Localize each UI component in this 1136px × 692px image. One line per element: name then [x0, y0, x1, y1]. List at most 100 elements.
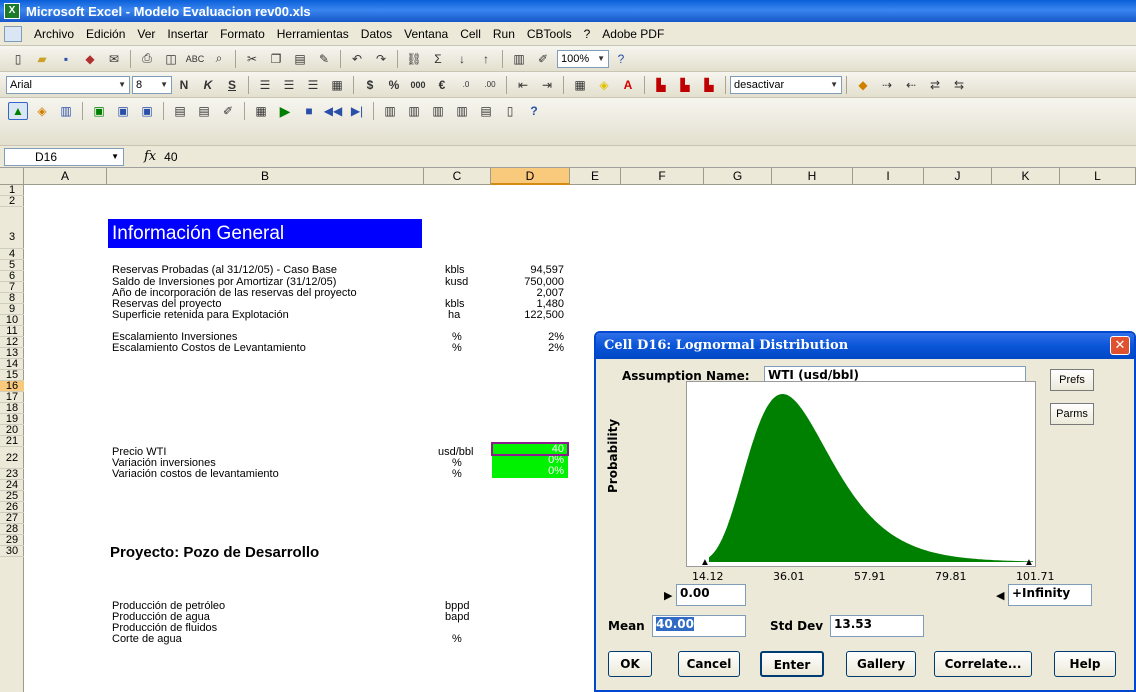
escalamiento-costos-value[interactable]: 2% — [492, 342, 564, 354]
upper-bound-arrow-icon[interactable]: ◀ — [996, 589, 1004, 602]
variacion-costos-value[interactable]: 0% — [492, 466, 568, 478]
sign-icon[interactable]: ◆ — [853, 76, 873, 94]
menu-archivo[interactable]: Archivo — [28, 27, 80, 41]
increase-decimal-icon[interactable]: .0 — [456, 76, 476, 94]
gallery-button[interactable]: Gallery — [846, 651, 916, 677]
email-icon[interactable]: ✉ — [104, 50, 124, 68]
paste-icon[interactable]: ▤ — [290, 50, 310, 68]
column-header-b[interactable]: B — [107, 168, 424, 185]
remove-all-arrows-icon[interactable]: ⇆ — [949, 76, 969, 94]
column-header-c[interactable]: C — [424, 168, 491, 185]
run-preferences-icon[interactable]: ▦ — [251, 102, 271, 120]
borders-icon[interactable]: ▦ — [570, 76, 590, 94]
column-header-g[interactable]: G — [704, 168, 772, 185]
lower-bound-input[interactable]: 0.00 — [676, 584, 746, 606]
align-right-icon[interactable]: ☰ — [303, 76, 323, 94]
open-icon[interactable]: ▰ — [32, 50, 52, 68]
reset-simulation-icon[interactable]: ◀◀ — [323, 102, 343, 120]
desactivar-dropdown[interactable]: desactivar ▼ — [730, 75, 842, 94]
cb-help-icon[interactable]: ? — [524, 102, 544, 120]
menu-adobe-pdf[interactable]: Adobe PDF — [596, 27, 670, 41]
corte-agua-unit[interactable]: % — [452, 633, 462, 645]
insert-function-icon[interactable]: fx — [144, 149, 156, 164]
clear-data-icon[interactable]: ✐ — [218, 102, 238, 120]
increase-indent-icon[interactable]: ⇥ — [537, 76, 557, 94]
left-bound-marker-icon[interactable]: ▲ — [700, 557, 710, 568]
trace-precedents-icon[interactable]: ⇢ — [877, 76, 897, 94]
ok-button[interactable]: OK — [608, 651, 652, 677]
new-icon[interactable]: ▯ — [8, 50, 28, 68]
column-header-l[interactable]: L — [1060, 168, 1136, 185]
print-preview-icon[interactable]: ◫ — [161, 50, 181, 68]
pdf-review-icon[interactable]: ▙ — [699, 76, 719, 94]
underline-icon[interactable]: S — [222, 76, 242, 94]
copy-icon[interactable]: ❐ — [266, 50, 286, 68]
menu-edicion[interactable]: Edición — [80, 27, 131, 41]
format-painter-icon[interactable]: ✎ — [314, 50, 334, 68]
dialog-title-bar[interactable]: Cell D16: Lognormal Distribution ✕ — [596, 333, 1134, 359]
formula-input[interactable]: 40 — [164, 150, 177, 164]
superficie-value[interactable]: 122,500 — [492, 309, 564, 321]
escalamiento-costos-label[interactable]: Escalamiento Costos de Levantamiento — [112, 342, 306, 354]
escalamiento-costos-unit[interactable]: % — [452, 342, 462, 354]
undo-icon[interactable]: ↶ — [347, 50, 367, 68]
proyecto-title[interactable]: Proyecto: Pozo de Desarrollo — [110, 544, 319, 561]
redo-icon[interactable]: ↷ — [371, 50, 391, 68]
column-header-f[interactable]: F — [621, 168, 704, 185]
decrease-indent-icon[interactable]: ⇤ — [513, 76, 533, 94]
select-decisions-icon[interactable]: ▣ — [113, 102, 133, 120]
define-forecast-icon[interactable]: ▥ — [56, 102, 76, 120]
copy-data-icon[interactable]: ▤ — [170, 102, 190, 120]
paste-data-icon[interactable]: ▤ — [194, 102, 214, 120]
row-header-21[interactable]: 21 — [0, 436, 24, 447]
variacion-costos-unit[interactable]: % — [452, 468, 462, 480]
superficie-unit[interactable]: ha — [448, 309, 460, 321]
column-header-k[interactable]: K — [992, 168, 1060, 185]
menu-insertar[interactable]: Insertar — [161, 27, 214, 41]
print-icon[interactable]: ⎙ — [137, 50, 157, 68]
column-header-j[interactable]: J — [924, 168, 992, 185]
superficie-label[interactable]: Superficie retenida para Explotación — [112, 309, 289, 321]
correlate-button[interactable]: Correlate... — [934, 651, 1032, 677]
fill-color-icon[interactable]: ◈ — [594, 76, 614, 94]
chart-wizard-icon[interactable]: ▥ — [509, 50, 529, 68]
cancel-button[interactable]: Cancel — [678, 651, 740, 677]
pdf-icon[interactable]: ▙ — [651, 76, 671, 94]
font-color-icon[interactable]: A — [618, 76, 638, 94]
euro-button[interactable]: € — [432, 76, 452, 94]
sensitivity-chart-icon[interactable]: ▥ — [452, 102, 472, 120]
corte-agua-label[interactable]: Corte de agua — [112, 633, 182, 645]
column-header-e[interactable]: E — [570, 168, 621, 185]
cut-icon[interactable]: ✂ — [242, 50, 262, 68]
select-all-corner[interactable] — [0, 168, 24, 185]
column-header-i[interactable]: I — [853, 168, 924, 185]
column-header-h[interactable]: H — [772, 168, 853, 185]
column-header-d[interactable]: D — [491, 168, 570, 185]
research-icon[interactable]: ⌕ — [209, 50, 229, 68]
define-decision-icon[interactable]: ◈ — [32, 102, 52, 120]
workbook-icon[interactable] — [4, 25, 22, 42]
mean-input[interactable]: 40.00 — [652, 615, 746, 637]
row-header-30[interactable]: 30 — [0, 546, 24, 557]
forecast-windows-icon[interactable]: ▥ — [380, 102, 400, 120]
variacion-costos-label[interactable]: Variación costos de levantamiento — [112, 468, 279, 480]
menu-herramientas[interactable]: Herramientas — [271, 27, 355, 41]
autosum-icon[interactable]: Σ — [428, 50, 448, 68]
row-header-3[interactable]: 3 — [0, 207, 24, 249]
decrease-decimal-icon[interactable]: .00 — [480, 76, 500, 94]
permission-icon[interactable]: ◆ — [80, 50, 100, 68]
row-header-2[interactable]: 2 — [0, 196, 24, 207]
name-box[interactable]: D16 ▼ — [4, 147, 124, 166]
lower-bound-arrow-icon[interactable]: ▶ — [664, 589, 672, 602]
distribution-chart[interactable] — [686, 381, 1036, 567]
remove-arrows-icon[interactable]: ⇄ — [925, 76, 945, 94]
menu-cbtools[interactable]: CBTools — [521, 27, 578, 41]
sort-descending-icon[interactable]: ↑ — [476, 50, 496, 68]
spelling-icon[interactable]: ABC — [185, 50, 205, 68]
pdf-email-icon[interactable]: ▙ — [675, 76, 695, 94]
trace-dependents-icon[interactable]: ⇠ — [901, 76, 921, 94]
upper-bound-input[interactable]: +Infinity — [1008, 584, 1092, 606]
select-assumptions-icon[interactable]: ▣ — [89, 102, 109, 120]
parms-button[interactable]: Parms — [1050, 403, 1094, 425]
close-button[interactable]: ✕ — [1110, 336, 1130, 355]
